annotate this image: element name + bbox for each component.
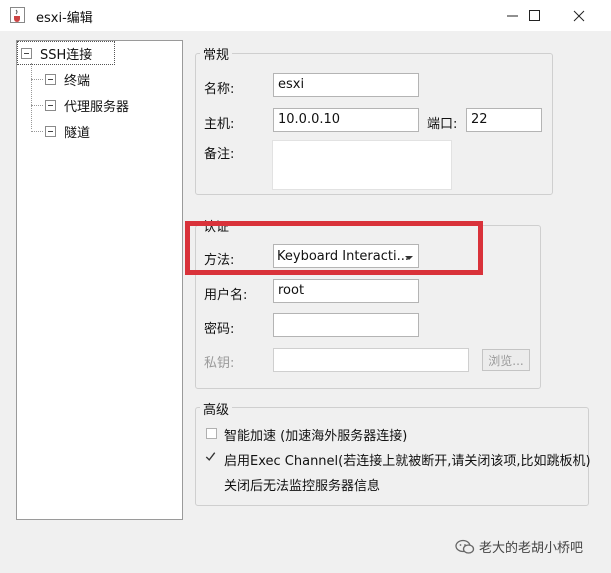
name-field[interactable]: esxi — [273, 73, 419, 97]
host-label: 主机: — [204, 117, 235, 132]
checkmark-icon — [205, 452, 216, 461]
private-key-field — [273, 348, 469, 372]
username-field[interactable]: root — [273, 279, 419, 303]
highlight-box — [185, 221, 483, 275]
tree-item-tunnel[interactable]: 隧道 — [45, 122, 90, 141]
host-field[interactable]: 10.0.0.10 — [273, 108, 419, 132]
password-label: 密码: — [204, 322, 235, 337]
maximize-button[interactable] — [512, 0, 556, 31]
dialog-client: SSH连接 终端 代理服务器 隧道 常规 名称: esxi 主机: 10.0.0… — [0, 31, 611, 573]
advanced-group-title: 高级 — [200, 399, 233, 418]
window-titlebar: esxi-编辑 — [0, 0, 611, 31]
tree-item-terminal[interactable]: 终端 — [45, 70, 90, 89]
tree-item-proxy[interactable]: 代理服务器 — [45, 96, 129, 115]
note-label: 备注: — [204, 147, 235, 162]
collapse-icon — [45, 100, 56, 111]
port-field[interactable]: 22 — [466, 108, 542, 132]
username-label: 用户名: — [204, 288, 248, 303]
wechat-icon — [455, 539, 475, 554]
java-cup-icon — [10, 7, 25, 23]
tree-item-label: SSH连接 — [40, 48, 93, 63]
tree-item-label: 代理服务器 — [64, 100, 130, 115]
tree-item-label: 终端 — [64, 74, 91, 89]
exec-channel-label: 启用Exec Channel(若连接上就被断开,请关闭该项,比如跳板机) — [224, 454, 591, 469]
private-key-label: 私钥: — [204, 356, 235, 371]
exec-channel-note: 关闭后无法监控服务器信息 — [224, 479, 381, 494]
smart-accel-checkbox[interactable] — [206, 428, 217, 439]
maximize-icon — [528, 10, 540, 21]
collapse-icon — [45, 74, 56, 85]
password-field[interactable] — [273, 313, 419, 337]
collapse-icon — [21, 48, 32, 59]
watermark: 老大的老胡小桥吧 — [455, 537, 583, 556]
close-button[interactable] — [557, 0, 601, 31]
port-label: 端口: — [427, 117, 458, 132]
watermark-text: 老大的老胡小桥吧 — [479, 541, 584, 556]
name-label: 名称: — [204, 82, 235, 97]
note-textarea[interactable] — [272, 140, 452, 190]
window-title: esxi-编辑 — [36, 11, 93, 26]
smart-accel-label: 智能加速 (加速海外服务器连接) — [224, 429, 408, 444]
settings-tree: SSH连接 终端 代理服务器 隧道 — [16, 40, 183, 520]
collapse-icon — [45, 126, 56, 137]
exec-channel-checkbox[interactable] — [205, 451, 216, 462]
close-icon — [573, 10, 585, 21]
tree-item-label: 隧道 — [64, 126, 91, 141]
browse-button: 浏览... — [482, 349, 530, 371]
tree-item-ssh[interactable]: SSH连接 — [21, 44, 92, 63]
general-group-title: 常规 — [200, 44, 233, 63]
